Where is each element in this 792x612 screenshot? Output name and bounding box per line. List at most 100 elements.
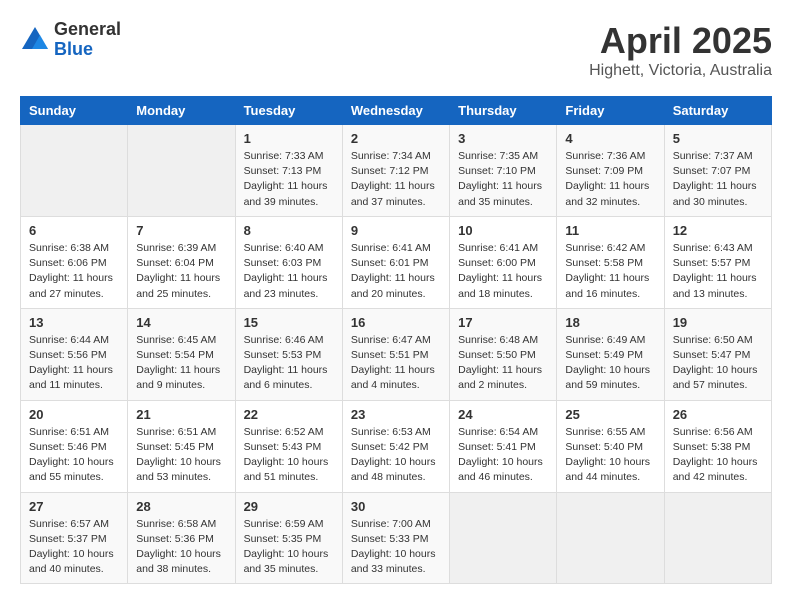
day-info: Sunrise: 6:44 AM Sunset: 5:56 PM Dayligh… <box>29 333 119 394</box>
day-cell: 30Sunrise: 7:00 AM Sunset: 5:33 PM Dayli… <box>342 492 449 584</box>
day-number: 19 <box>673 315 763 330</box>
day-number: 21 <box>136 407 226 422</box>
day-number: 24 <box>458 407 548 422</box>
col-header-tuesday: Tuesday <box>235 97 342 125</box>
day-info: Sunrise: 6:41 AM Sunset: 6:01 PM Dayligh… <box>351 241 441 302</box>
month-title: April 2025 <box>589 20 772 62</box>
day-cell: 16 Sunrise: 6:47 AM Sunset: 5:51 PM Dayli… <box>342 308 449 400</box>
day-cell: 23Sunrise: 6:53 AM Sunset: 5:42 PM Dayli… <box>342 400 449 492</box>
day-number: 26 <box>673 407 763 422</box>
week-row-1: 1 Sunrise: 7:33 AM Sunset: 7:13 PM Daylig… <box>21 125 772 217</box>
title-block: April 2025 Highett, Victoria, Australia <box>589 20 772 80</box>
day-info: Sunrise: 6:51 AM Sunset: 5:45 PM Dayligh… <box>136 425 226 486</box>
day-number: 22 <box>244 407 334 422</box>
day-number: 11 <box>565 223 655 238</box>
day-number: 2 <box>351 131 441 146</box>
day-info: Sunrise: 6:58 AM Sunset: 5:36 PM Dayligh… <box>136 517 226 578</box>
day-cell: 12 Sunrise: 6:43 AM Sunset: 5:57 PM Dayli… <box>664 216 771 308</box>
day-number: 20 <box>29 407 119 422</box>
day-cell <box>664 492 771 584</box>
day-number: 8 <box>244 223 334 238</box>
logo-blue: Blue <box>54 40 121 60</box>
day-number: 15 <box>244 315 334 330</box>
day-number: 7 <box>136 223 226 238</box>
day-cell: 24Sunrise: 6:54 AM Sunset: 5:41 PM Dayli… <box>450 400 557 492</box>
day-info: Sunrise: 6:49 AM Sunset: 5:49 PM Dayligh… <box>565 333 655 394</box>
day-cell: 29 Sunrise: 6:59 AM Sunset: 5:35 PM Dayli… <box>235 492 342 584</box>
day-number: 25 <box>565 407 655 422</box>
day-number: 13 <box>29 315 119 330</box>
day-cell <box>557 492 664 584</box>
day-cell: 7Sunrise: 6:39 AM Sunset: 6:04 PM Daylig… <box>128 216 235 308</box>
col-header-thursday: Thursday <box>450 97 557 125</box>
day-cell: 19 Sunrise: 6:50 AM Sunset: 5:47 PM Dayli… <box>664 308 771 400</box>
day-cell: 27 Sunrise: 6:57 AM Sunset: 5:37 PM Dayli… <box>21 492 128 584</box>
day-info: Sunrise: 6:56 AM Sunset: 5:38 PM Dayligh… <box>673 425 763 486</box>
day-cell: 15 Sunrise: 6:46 AM Sunset: 5:53 PM Dayli… <box>235 308 342 400</box>
day-number: 16 <box>351 315 441 330</box>
day-number: 27 <box>29 499 119 514</box>
col-header-saturday: Saturday <box>664 97 771 125</box>
day-cell: 25 Sunrise: 6:55 AM Sunset: 5:40 PM Dayli… <box>557 400 664 492</box>
day-cell <box>128 125 235 217</box>
day-cell: 8Sunrise: 6:40 AM Sunset: 6:03 PM Daylig… <box>235 216 342 308</box>
day-cell: 4 Sunrise: 7:36 AM Sunset: 7:09 PM Daylig… <box>557 125 664 217</box>
day-cell: 5 Sunrise: 7:37 AM Sunset: 7:07 PM Daylig… <box>664 125 771 217</box>
week-row-3: 13 Sunrise: 6:44 AM Sunset: 5:56 PM Dayli… <box>21 308 772 400</box>
day-info: Sunrise: 6:43 AM Sunset: 5:57 PM Dayligh… <box>673 241 763 302</box>
day-number: 1 <box>244 131 334 146</box>
col-header-monday: Monday <box>128 97 235 125</box>
day-number: 6 <box>29 223 119 238</box>
day-number: 3 <box>458 131 548 146</box>
day-info: Sunrise: 6:51 AM Sunset: 5:46 PM Dayligh… <box>29 425 119 486</box>
day-info: Sunrise: 6:46 AM Sunset: 5:53 PM Dayligh… <box>244 333 334 394</box>
day-info: Sunrise: 6:57 AM Sunset: 5:37 PM Dayligh… <box>29 517 119 578</box>
logo-general: General <box>54 20 121 40</box>
day-number: 30 <box>351 499 441 514</box>
day-info: Sunrise: 7:34 AM Sunset: 7:12 PM Dayligh… <box>351 149 441 210</box>
day-info: Sunrise: 6:47 AM Sunset: 5:51 PM Dayligh… <box>351 333 441 394</box>
day-cell: 13 Sunrise: 6:44 AM Sunset: 5:56 PM Dayli… <box>21 308 128 400</box>
calendar-table: SundayMondayTuesdayWednesdayThursdayFrid… <box>20 96 772 584</box>
page: General Blue April 2025 Highett, Victori… <box>0 0 792 604</box>
day-cell: 1 Sunrise: 7:33 AM Sunset: 7:13 PM Daylig… <box>235 125 342 217</box>
day-cell: 21 Sunrise: 6:51 AM Sunset: 5:45 PM Dayli… <box>128 400 235 492</box>
day-number: 12 <box>673 223 763 238</box>
day-number: 10 <box>458 223 548 238</box>
day-cell: 2 Sunrise: 7:34 AM Sunset: 7:12 PM Daylig… <box>342 125 449 217</box>
day-cell: 20 Sunrise: 6:51 AM Sunset: 5:46 PM Dayli… <box>21 400 128 492</box>
day-info: Sunrise: 6:48 AM Sunset: 5:50 PM Dayligh… <box>458 333 548 394</box>
day-cell <box>450 492 557 584</box>
day-cell: 17Sunrise: 6:48 AM Sunset: 5:50 PM Dayli… <box>450 308 557 400</box>
week-row-5: 27 Sunrise: 6:57 AM Sunset: 5:37 PM Dayli… <box>21 492 772 584</box>
col-header-friday: Friday <box>557 97 664 125</box>
day-info: Sunrise: 7:37 AM Sunset: 7:07 PM Dayligh… <box>673 149 763 210</box>
day-cell: 6 Sunrise: 6:38 AM Sunset: 6:06 PM Daylig… <box>21 216 128 308</box>
day-number: 4 <box>565 131 655 146</box>
day-number: 29 <box>244 499 334 514</box>
header: General Blue April 2025 Highett, Victori… <box>20 20 772 80</box>
day-info: Sunrise: 7:36 AM Sunset: 7:09 PM Dayligh… <box>565 149 655 210</box>
day-number: 23 <box>351 407 441 422</box>
day-number: 28 <box>136 499 226 514</box>
day-info: Sunrise: 7:33 AM Sunset: 7:13 PM Dayligh… <box>244 149 334 210</box>
day-info: Sunrise: 6:45 AM Sunset: 5:54 PM Dayligh… <box>136 333 226 394</box>
day-info: Sunrise: 6:55 AM Sunset: 5:40 PM Dayligh… <box>565 425 655 486</box>
logo: General Blue <box>20 20 121 60</box>
day-cell: 22 Sunrise: 6:52 AM Sunset: 5:43 PM Dayli… <box>235 400 342 492</box>
day-info: Sunrise: 6:50 AM Sunset: 5:47 PM Dayligh… <box>673 333 763 394</box>
day-info: Sunrise: 6:52 AM Sunset: 5:43 PM Dayligh… <box>244 425 334 486</box>
day-cell: 9 Sunrise: 6:41 AM Sunset: 6:01 PM Daylig… <box>342 216 449 308</box>
day-number: 14 <box>136 315 226 330</box>
day-number: 5 <box>673 131 763 146</box>
day-cell: 18 Sunrise: 6:49 AM Sunset: 5:49 PM Dayli… <box>557 308 664 400</box>
day-number: 18 <box>565 315 655 330</box>
day-info: Sunrise: 6:38 AM Sunset: 6:06 PM Dayligh… <box>29 241 119 302</box>
logo-icon <box>20 25 50 55</box>
week-row-2: 6 Sunrise: 6:38 AM Sunset: 6:06 PM Daylig… <box>21 216 772 308</box>
location: Highett, Victoria, Australia <box>589 62 772 80</box>
day-cell: 3 Sunrise: 7:35 AM Sunset: 7:10 PM Daylig… <box>450 125 557 217</box>
day-info: Sunrise: 7:35 AM Sunset: 7:10 PM Dayligh… <box>458 149 548 210</box>
day-info: Sunrise: 6:59 AM Sunset: 5:35 PM Dayligh… <box>244 517 334 578</box>
day-number: 9 <box>351 223 441 238</box>
